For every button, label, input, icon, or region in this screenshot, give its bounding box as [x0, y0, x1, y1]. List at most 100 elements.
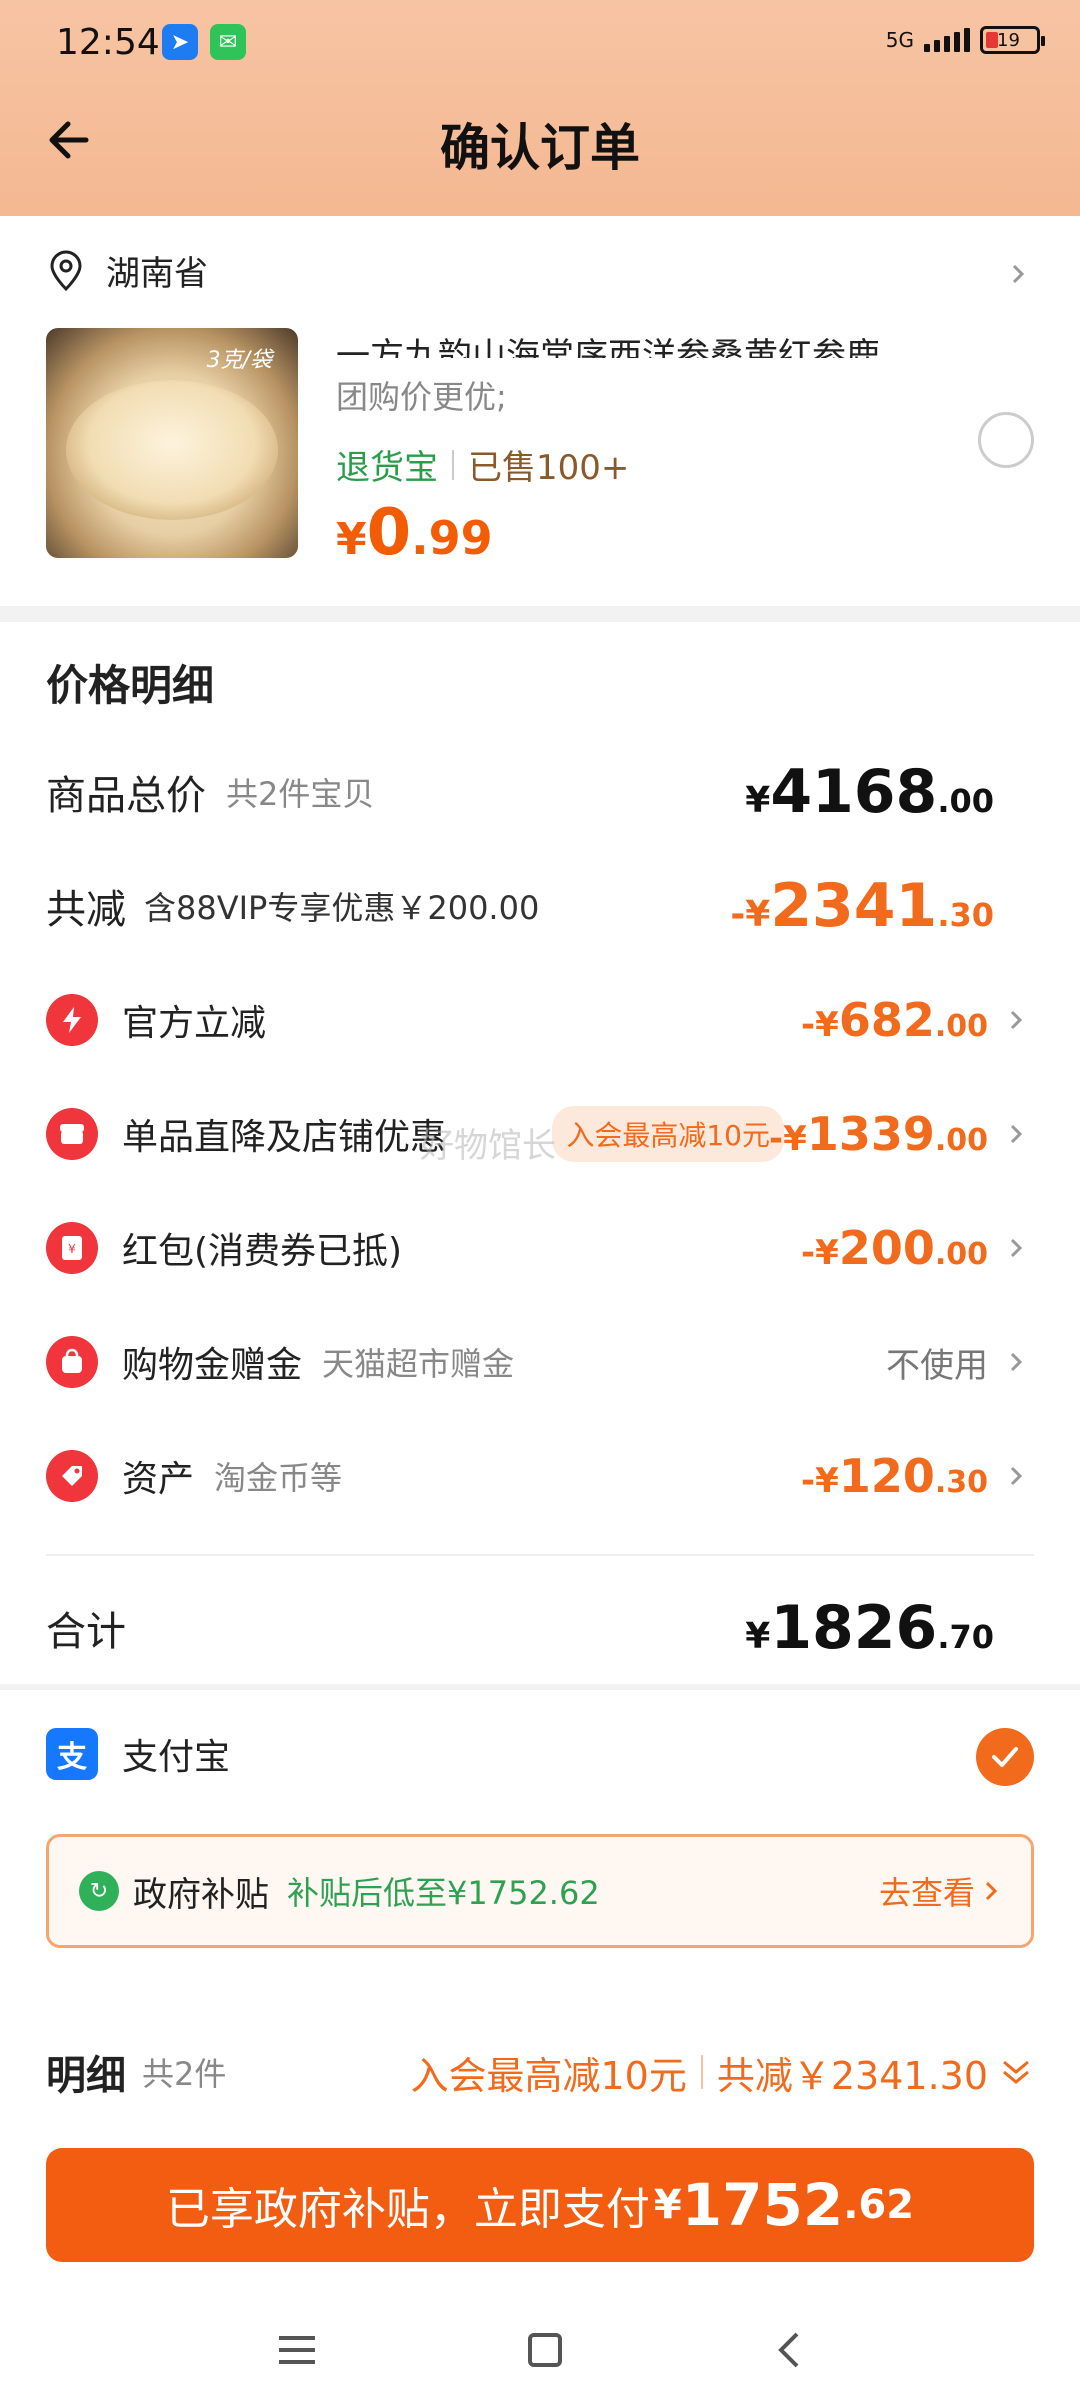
red-packet-label: 红包(消费券已抵)	[122, 1231, 403, 1272]
battery-icon: 19	[980, 26, 1045, 54]
chevron-right-icon	[985, 1881, 998, 1901]
sum-int: 1826	[770, 1593, 938, 1663]
alipay-row[interactable]: 支 支付宝	[46, 1728, 230, 1780]
shopping-gold-label: 购物金赠金	[122, 1345, 303, 1386]
chevron-right-icon	[1010, 1010, 1023, 1030]
total-dec: .00	[937, 782, 994, 820]
official-label: 官方立减	[122, 1003, 267, 1044]
payment-card: 支 支付宝 ↻ 政府补贴 补贴后低至¥1752.62 去查看	[0, 1690, 1080, 2020]
total-reduce-row: 共减 含88VIP专享优惠￥200.00 -¥ 2341.30	[46, 866, 1034, 946]
shop-sym: -¥	[769, 1119, 807, 1159]
status-time: 12:54	[56, 22, 160, 63]
address-product-card: 湖南省 3克/袋 一方九韵山海棠序西洋参桑黄红参鹿 团购价更优; 退货宝 已售1…	[0, 216, 1080, 606]
product-title[interactable]: 一方九韵山海棠序西洋参桑黄红参鹿	[336, 328, 936, 358]
product-select-radio[interactable]	[978, 412, 1034, 468]
notification-icons: ➤ ✉	[162, 24, 246, 60]
address-row[interactable]: 湖南省	[46, 246, 208, 295]
assets-sym: -¥	[801, 1461, 839, 1501]
assets-int: 120	[838, 1449, 935, 1503]
subsidy-view-link[interactable]: 去查看	[879, 1868, 1001, 1914]
double-chevron-down-icon[interactable]	[998, 2054, 1034, 2090]
product-bowl-graphic	[66, 380, 278, 520]
detail-label: 明细	[46, 2053, 126, 2099]
detail-discount-summary: 入会最高减10元 共减￥2341.30	[411, 2045, 1035, 2100]
total-count: 共2件宝贝	[226, 775, 375, 813]
reduce-sym: -¥	[730, 894, 771, 935]
shopping-gold-sub: 天猫超市赠金	[322, 1345, 515, 1383]
government-subsidy-banner[interactable]: ↻ 政府补贴 补贴后低至¥1752.62 去查看	[46, 1834, 1034, 1948]
reduce-vip-note: 含88VIP专享优惠￥200.00	[144, 889, 540, 927]
total-amount: ¥4168.00	[745, 757, 994, 827]
address-region: 湖南省	[106, 254, 208, 294]
watermark: 好物馆长	[420, 1126, 556, 1166]
price-decimal: .99	[411, 511, 493, 565]
detail-count: 共2件	[142, 2055, 227, 2093]
assets-sub: 淘金币等	[214, 1459, 343, 1497]
network-label: 5G	[885, 28, 914, 52]
chevron-right-icon	[1010, 1238, 1023, 1258]
detail-summary-row[interactable]: 明细 共2件 入会最高减10元 共减￥2341.30	[46, 2030, 1034, 2114]
page-title: 确认订单	[440, 119, 640, 177]
official-amount: -¥ 682.00	[801, 993, 988, 1047]
shop-icon	[46, 1108, 98, 1160]
vip-join-text: 入会最高减10元	[410, 2053, 687, 2098]
total-sym: ¥	[745, 780, 771, 821]
chevron-right-icon	[1010, 1124, 1023, 1144]
product-subtitle: 团购价更优;	[336, 378, 507, 416]
red-packet-int: 200	[838, 1221, 935, 1275]
product-tags: 退货宝 已售100+	[336, 440, 629, 489]
red-packet-sym: -¥	[801, 1233, 839, 1273]
shop-dec: .00	[934, 1123, 988, 1158]
pay-now-button[interactable]: 已享政府补贴，立即支付 ¥1752.62	[46, 2148, 1034, 2262]
payment-method-label: 支付宝	[122, 1737, 231, 1778]
checkout-bar: 明细 共2件 入会最高减10元 共减￥2341.30 已享政府补贴，立即支付 ¥…	[0, 2010, 1080, 2400]
shopping-gold-row[interactable]: 购物金赠金 天猫超市赠金 不使用	[46, 1322, 1034, 1402]
sum-dec: .70	[937, 1618, 994, 1656]
shop-int: 1339	[806, 1107, 935, 1161]
signal-icon	[924, 28, 970, 52]
reduce-amount: -¥ 2341.30	[730, 871, 994, 941]
sum-row: 合计 ¥1826.70	[46, 1588, 1034, 1668]
chevron-right-icon	[1010, 1352, 1023, 1372]
assets-row[interactable]: 资产 淘金币等 -¥ 120.30	[46, 1436, 1034, 1516]
shopping-gold-value: 不使用	[886, 1345, 988, 1386]
shopping-bag-icon	[46, 1336, 98, 1388]
header-bar: 12:54 ➤ ✉ 5G 19 确认订单	[0, 0, 1080, 216]
battery-level: 19	[997, 29, 1020, 51]
tag-separator	[452, 449, 454, 480]
price-symbol: ¥	[336, 514, 367, 565]
tag-icon	[46, 1450, 98, 1502]
payment-selected-check[interactable]	[976, 1728, 1034, 1786]
subsidy-icon: ↻	[79, 1871, 119, 1911]
lightning-icon	[46, 994, 98, 1046]
location-pin-icon	[50, 250, 82, 291]
alipay-icon: 支	[46, 1728, 98, 1780]
red-packet-row[interactable]: ¥ 红包(消费券已抵) -¥ 200.00	[46, 1208, 1034, 1288]
system-nav-bar	[0, 2300, 1080, 2400]
divider	[46, 1554, 1034, 1556]
assets-amount: -¥ 120.30	[801, 1449, 988, 1503]
menu-icon[interactable]	[277, 2332, 317, 2368]
shop-discount-amount: -¥ 1339.00	[769, 1107, 988, 1161]
svg-text:¥: ¥	[68, 1242, 76, 1256]
total-price-row: 商品总价 共2件宝贝 ¥4168.00	[46, 752, 1034, 832]
official-sym: -¥	[801, 1005, 839, 1045]
vip-join-pill[interactable]: 入会最高减10元	[552, 1106, 784, 1162]
subsidy-text: 补贴后低至¥1752.62	[287, 1874, 600, 1912]
red-packet-amount: -¥ 200.00	[801, 1221, 988, 1275]
pay-button-int: 1752	[681, 2171, 844, 2239]
product-image[interactable]: 3克/袋	[46, 328, 298, 558]
pay-button-sym: ¥	[653, 2182, 682, 2228]
sum-amount: ¥1826.70	[745, 1593, 994, 1663]
sold-count: 已售100+	[468, 448, 630, 488]
price-detail-title: 价格明细	[46, 661, 215, 710]
chevron-right-icon	[1010, 1466, 1023, 1486]
official-int: 682	[838, 993, 935, 1047]
assets-dec: .30	[934, 1465, 988, 1500]
official-discount-row[interactable]: 官方立减 -¥ 682.00	[46, 980, 1034, 1060]
red-packet-dec: .00	[934, 1237, 988, 1272]
total-int: 4168	[770, 757, 938, 827]
home-icon[interactable]	[527, 2332, 563, 2368]
back-nav-icon[interactable]	[773, 2330, 803, 2370]
reduce-label: 共减	[46, 887, 126, 933]
